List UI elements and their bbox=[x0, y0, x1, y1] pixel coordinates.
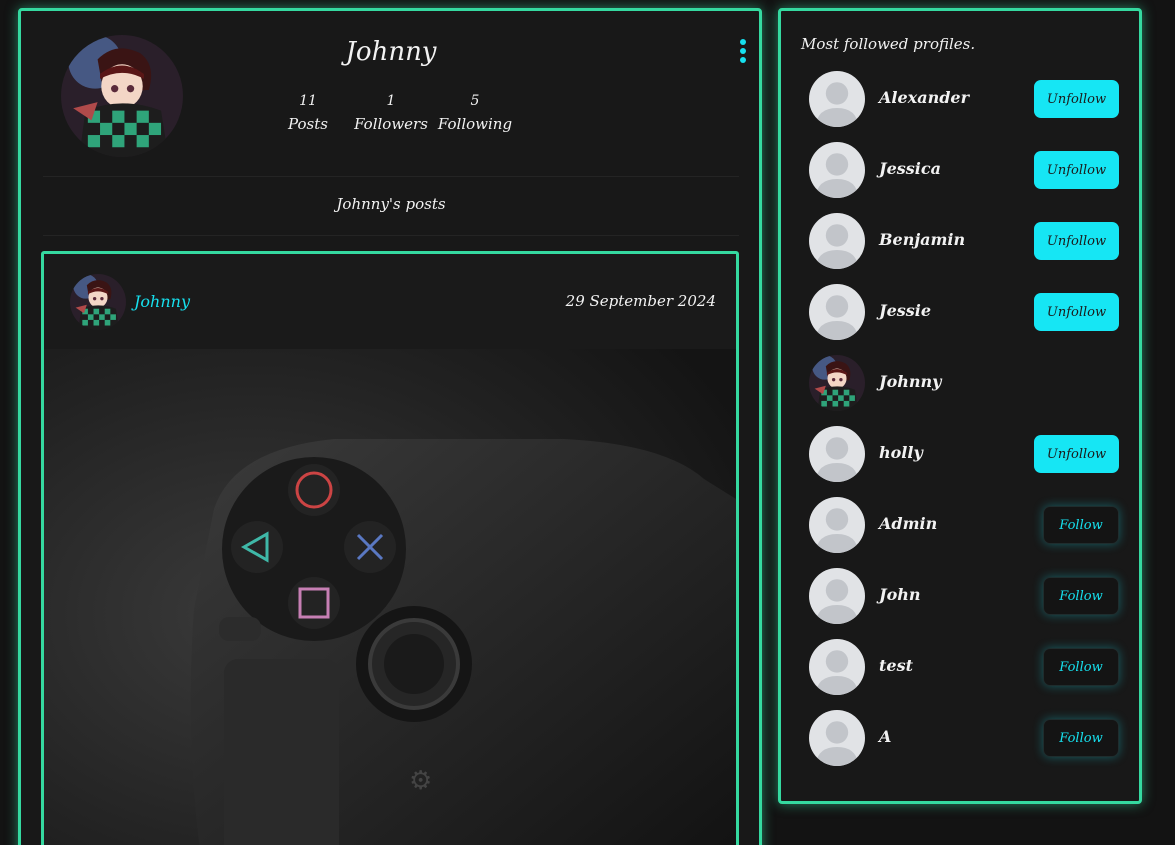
user-avatar[interactable] bbox=[809, 426, 865, 482]
unfollow-button[interactable]: Unfollow bbox=[1034, 80, 1119, 118]
more-options-icon[interactable] bbox=[737, 39, 749, 67]
post-image-game-controller: ⚙ bbox=[44, 349, 736, 845]
profile-row: Jessie Unfollow bbox=[809, 284, 1119, 340]
user-avatar[interactable] bbox=[809, 568, 865, 624]
username-link[interactable]: Alexander bbox=[879, 88, 969, 107]
divider bbox=[43, 235, 739, 236]
username-link[interactable]: John bbox=[879, 585, 921, 604]
user-avatar[interactable] bbox=[809, 71, 865, 127]
stat-following-label: Following bbox=[437, 115, 513, 133]
follow-button[interactable]: Follow bbox=[1043, 506, 1119, 544]
username-link[interactable]: A bbox=[879, 727, 891, 746]
unfollow-button[interactable]: Unfollow bbox=[1034, 293, 1119, 331]
username-link[interactable]: Benjamin bbox=[879, 230, 965, 249]
post-author-link[interactable]: Johnny bbox=[134, 292, 190, 311]
svg-text:⚙: ⚙ bbox=[409, 766, 432, 796]
most-followed-title: Most followed profiles. bbox=[801, 35, 976, 53]
follow-button[interactable]: Follow bbox=[1043, 719, 1119, 757]
profile-row: Jessica Unfollow bbox=[809, 142, 1119, 198]
username-link[interactable]: Jessie bbox=[879, 301, 931, 320]
most-followed-panel: Most followed profiles. Alexander Unfoll… bbox=[778, 8, 1142, 804]
profile-name: Johnny bbox=[345, 37, 437, 67]
user-avatar[interactable] bbox=[809, 213, 865, 269]
divider bbox=[43, 176, 739, 177]
profile-row: John Follow bbox=[809, 568, 1119, 624]
stat-followers-label: Followers bbox=[354, 115, 428, 133]
user-avatar[interactable] bbox=[809, 639, 865, 695]
user-avatar[interactable] bbox=[809, 710, 865, 766]
follow-button[interactable]: Follow bbox=[1043, 577, 1119, 615]
username-link[interactable]: test bbox=[879, 656, 913, 675]
profile-row: test Follow bbox=[809, 639, 1119, 695]
profile-row: holly Unfollow bbox=[809, 426, 1119, 482]
username-link[interactable]: Admin bbox=[879, 514, 937, 533]
posts-heading: Johnny's posts bbox=[336, 195, 446, 213]
profile-panel: Johnny 11 Posts 1 Followers 5 Following … bbox=[18, 8, 762, 845]
unfollow-button[interactable]: Unfollow bbox=[1034, 222, 1119, 260]
profile-row: A Follow bbox=[809, 710, 1119, 766]
stat-following[interactable]: 5 Following bbox=[435, 93, 515, 133]
username-link[interactable]: Jessica bbox=[879, 159, 941, 178]
follow-button[interactable]: Follow bbox=[1043, 648, 1119, 686]
stat-posts-count: 11 bbox=[299, 93, 317, 109]
profile-row: Johnny bbox=[809, 355, 1119, 411]
profile-row: Admin Follow bbox=[809, 497, 1119, 553]
post-date: 29 September 2024 bbox=[565, 292, 716, 310]
stat-posts[interactable]: 11 Posts bbox=[283, 93, 333, 133]
stat-posts-label: Posts bbox=[288, 115, 328, 133]
user-avatar[interactable] bbox=[809, 497, 865, 553]
stat-followers-count: 1 bbox=[386, 93, 396, 109]
stat-followers[interactable]: 1 Followers bbox=[351, 93, 431, 133]
unfollow-button[interactable]: Unfollow bbox=[1034, 435, 1119, 473]
post-author-avatar[interactable] bbox=[70, 274, 126, 330]
profile-row: Benjamin Unfollow bbox=[809, 213, 1119, 269]
user-avatar[interactable] bbox=[809, 355, 865, 411]
user-avatar[interactable] bbox=[809, 142, 865, 198]
username-link[interactable]: Johnny bbox=[879, 372, 941, 391]
user-avatar[interactable] bbox=[809, 284, 865, 340]
post-card: Johnny 29 September 2024 ⚙ bbox=[41, 251, 739, 845]
username-link[interactable]: holly bbox=[879, 443, 923, 462]
stat-following-count: 5 bbox=[470, 93, 480, 109]
unfollow-button[interactable]: Unfollow bbox=[1034, 151, 1119, 189]
profile-row: Alexander Unfollow bbox=[809, 71, 1119, 127]
